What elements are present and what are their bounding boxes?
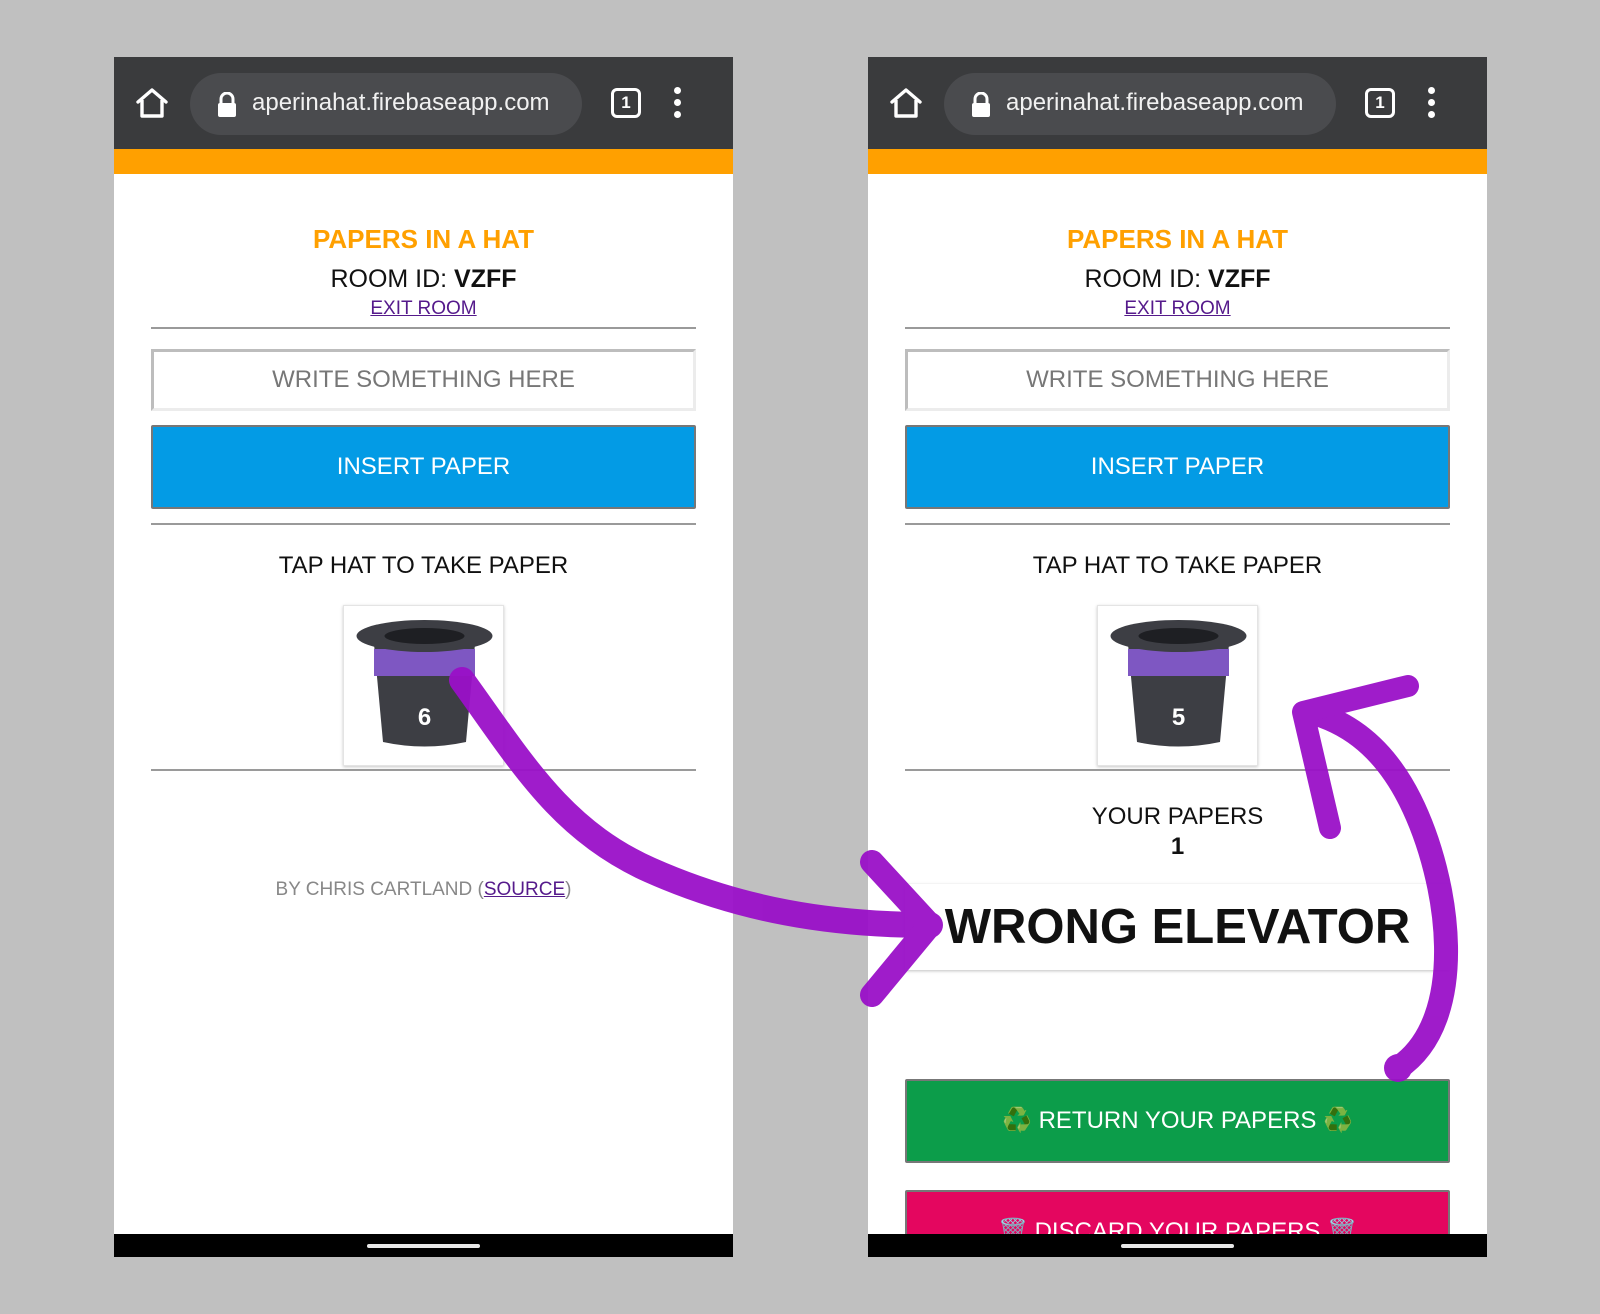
lock-icon [218, 92, 236, 117]
return-papers-button[interactable]: ♻️ RETURN YOUR PAPERS ♻️ [905, 1079, 1450, 1163]
home-icon[interactable] [888, 85, 924, 121]
lock-icon [972, 92, 990, 117]
credit-suffix: ) [565, 879, 572, 900]
tap-hat-label: TAP HAT TO TAKE PAPER [1032, 552, 1323, 579]
gesture-handle[interactable] [367, 1244, 480, 1248]
app-accent-bar [868, 149, 1487, 174]
drawn-paper-card: WRONG ELEVATOR [905, 884, 1450, 970]
hat-paper-count: 6 [417, 704, 432, 731]
url-text: aperinahat.firebaseapp.com [1006, 89, 1304, 116]
hat-paper-count: 5 [1171, 704, 1186, 731]
browser-toolbar: aperinahat.firebaseapp.com 1 [114, 57, 733, 149]
paper-text-input[interactable] [905, 349, 1450, 411]
room-id-label: ROOM ID: [330, 265, 455, 293]
exit-room-link[interactable]: EXIT ROOM [868, 298, 1487, 320]
source-link[interactable]: SOURCE [484, 879, 565, 900]
phone-screen-after: aperinahat.firebaseapp.com 1 PAPERS IN A… [868, 57, 1487, 1257]
more-vert-icon[interactable] [1428, 87, 1436, 119]
room-id-label: ROOM ID: [1084, 265, 1209, 293]
home-icon[interactable] [134, 85, 170, 121]
app-title: PAPERS IN A HAT [1066, 224, 1288, 254]
insert-paper-button[interactable]: INSERT PAPER [905, 425, 1450, 509]
system-nav-bar [114, 1234, 733, 1257]
magic-hat-icon [356, 620, 493, 747]
credit-prefix: BY CHRIS CARTLAND ( [275, 879, 484, 900]
room-id-value: VZFF [454, 265, 517, 293]
insert-paper-button[interactable]: INSERT PAPER [151, 425, 696, 509]
tabs-icon[interactable]: 1 [1365, 88, 1395, 118]
phone-screen-before: aperinahat.firebaseapp.com 1 PAPERS IN A… [114, 57, 733, 1257]
tap-hat-label: TAP HAT TO TAKE PAPER [278, 552, 569, 579]
url-bar[interactable]: aperinahat.firebaseapp.com [190, 73, 582, 135]
your-papers-label: YOUR PAPERS [1091, 803, 1264, 830]
app-title: PAPERS IN A HAT [312, 224, 534, 254]
room-id-line: ROOM ID: VZFF [114, 265, 733, 294]
your-papers-count: 1 [1170, 833, 1185, 860]
room-id-line: ROOM ID: VZFF [868, 265, 1487, 294]
system-nav-bar [868, 1234, 1487, 1257]
divider [151, 327, 696, 329]
exit-room-label: EXIT ROOM [370, 298, 477, 319]
exit-room-label: EXIT ROOM [1124, 298, 1231, 319]
divider [151, 769, 696, 771]
divider [905, 327, 1450, 329]
tabs-icon[interactable]: 1 [611, 88, 641, 118]
more-vert-icon[interactable] [674, 87, 682, 119]
comparison-stage: aperinahat.firebaseapp.com 1 PAPERS IN A… [0, 0, 1600, 1314]
url-text: aperinahat.firebaseapp.com [252, 89, 550, 116]
divider [905, 769, 1450, 771]
exit-room-link[interactable]: EXIT ROOM [114, 298, 733, 320]
divider [151, 523, 696, 525]
app-accent-bar [114, 149, 733, 174]
divider [905, 523, 1450, 525]
footer-credit: BY CHRIS CARTLAND (SOURCE) [114, 879, 733, 901]
hat-button[interactable]: 5 [1097, 605, 1258, 766]
paper-text-input[interactable] [151, 349, 696, 411]
gesture-handle[interactable] [1121, 1244, 1234, 1248]
hat-button[interactable]: 6 [343, 605, 504, 766]
browser-toolbar: aperinahat.firebaseapp.com 1 [868, 57, 1487, 149]
room-id-value: VZFF [1208, 265, 1271, 293]
magic-hat-icon [1110, 620, 1247, 747]
url-bar[interactable]: aperinahat.firebaseapp.com [944, 73, 1336, 135]
